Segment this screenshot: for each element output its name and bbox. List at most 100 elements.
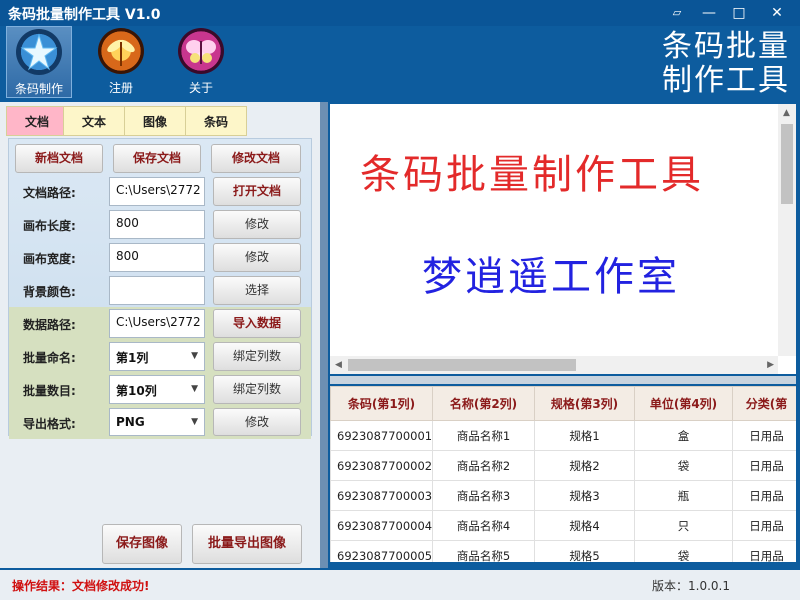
export-format-row: 导出格式: PNG ▼ 修改 bbox=[9, 406, 311, 439]
toolbar-item-register[interactable]: 注册 bbox=[88, 26, 154, 98]
table-cell[interactable]: 只 bbox=[634, 510, 733, 541]
canvas-width-row: 画布宽度: 800 修改 bbox=[9, 241, 311, 274]
table-cell[interactable]: 袋 bbox=[634, 540, 733, 562]
document-form: 新档文档 保存文档 修改文档 文档路径: C:\Users\2772 打开文档 … bbox=[8, 138, 312, 439]
butterfly-icon bbox=[178, 28, 224, 74]
bg-color-row: 背景颜色: 选择 bbox=[9, 274, 311, 307]
canvas-width-label: 画布宽度: bbox=[23, 252, 76, 266]
table-cell[interactable]: 规格5 bbox=[534, 540, 635, 562]
table-cell[interactable]: 规格4 bbox=[534, 510, 635, 541]
table-cell[interactable]: 商品名称5 bbox=[432, 540, 535, 562]
preview-text-studio[interactable]: 梦逍遥工作室 bbox=[422, 244, 680, 302]
table-cell[interactable]: 日用品 bbox=[732, 420, 796, 451]
scroll-left-icon[interactable]: ◀ bbox=[335, 360, 342, 370]
batch-name-select[interactable]: 第1列 ▼ bbox=[109, 342, 205, 371]
bg-color-choose-button[interactable]: 选择 bbox=[213, 276, 301, 305]
edit-doc-button[interactable]: 修改文档 bbox=[211, 144, 301, 173]
batch-name-value: 第1列 bbox=[116, 351, 149, 365]
export-format-modify-button[interactable]: 修改 bbox=[213, 408, 301, 436]
bind-count-column-button[interactable]: 绑定列数 bbox=[213, 375, 301, 404]
table-cell[interactable]: 商品名称4 bbox=[432, 510, 535, 541]
table-cell[interactable]: 日用品 bbox=[732, 540, 796, 562]
tab-document[interactable]: 文档 bbox=[6, 106, 68, 136]
table-cell[interactable]: 商品名称1 bbox=[432, 420, 535, 451]
batch-export-button[interactable]: 批量导出图像 bbox=[192, 524, 302, 564]
import-data-button[interactable]: 导入数据 bbox=[213, 309, 301, 338]
scroll-right-icon[interactable]: ▶ bbox=[767, 360, 774, 370]
tab-image[interactable]: 图像 bbox=[124, 106, 186, 136]
table-cell[interactable]: 6923087700003 bbox=[330, 480, 433, 511]
batch-count-select[interactable]: 第10列 ▼ bbox=[109, 375, 205, 404]
preview-horizontal-scrollbar[interactable]: ◀ ▶ bbox=[330, 356, 778, 374]
dragonfly-icon bbox=[98, 28, 144, 74]
data-table: 条码(第1列) 名称(第2列) 规格(第3列) 单位(第4列) 分类(第 692… bbox=[330, 386, 796, 562]
scroll-up-icon[interactable]: ▲ bbox=[783, 108, 790, 118]
maximize-icon[interactable]: □ bbox=[724, 2, 754, 24]
canvas-length-label: 画布长度: bbox=[23, 219, 76, 233]
table-cell[interactable]: 日用品 bbox=[732, 480, 796, 511]
open-doc-button[interactable]: 打开文档 bbox=[213, 177, 301, 206]
close-icon[interactable]: ✕ bbox=[762, 2, 792, 24]
new-doc-button[interactable]: 新档文档 bbox=[15, 144, 103, 173]
minimize-icon[interactable]: — bbox=[694, 2, 724, 24]
toolbar-item-barcode[interactable]: 条码制作 bbox=[6, 26, 72, 98]
brand-line-1: 条码批量 bbox=[662, 29, 790, 64]
chevron-down-icon: ▼ bbox=[191, 351, 198, 361]
vertical-splitter[interactable] bbox=[320, 102, 328, 568]
canvas-width-modify-button[interactable]: 修改 bbox=[213, 243, 301, 272]
status-bar: 操作结果：文档修改成功! 版本：1.0.0.1 bbox=[0, 570, 800, 600]
table-cell[interactable]: 6923087700004 bbox=[330, 510, 433, 541]
table-cell[interactable]: 6923087700005 bbox=[330, 540, 433, 562]
table-row[interactable]: 6923087700002 商品名称2 规格2 袋 日用品 bbox=[330, 450, 796, 481]
save-image-button[interactable]: 保存图像 bbox=[102, 524, 182, 564]
column-header[interactable]: 单位(第4列) bbox=[634, 386, 733, 421]
tab-barcode[interactable]: 条码 bbox=[185, 106, 247, 136]
operation-result: 操作结果：文档修改成功! bbox=[12, 579, 150, 593]
toolbar-item-label: 关于 bbox=[188, 81, 213, 95]
bg-color-field[interactable] bbox=[109, 276, 205, 305]
pin-icon[interactable]: ▱ bbox=[662, 2, 692, 24]
table-row[interactable]: 6923087700005 商品名称5 规格5 袋 日用品 bbox=[330, 540, 796, 562]
preview-vertical-scrollbar[interactable]: ▲ bbox=[778, 104, 796, 356]
export-format-value: PNG bbox=[116, 415, 145, 429]
table-cell[interactable]: 6923087700002 bbox=[330, 450, 433, 481]
settings-panel: 文档 文本 图像 条码 新档文档 保存文档 修改文档 文档路径: C:\User… bbox=[0, 102, 320, 568]
table-cell[interactable]: 瓶 bbox=[634, 480, 733, 511]
column-header[interactable]: 分类(第 bbox=[732, 386, 796, 421]
canvas-width-field[interactable]: 800 bbox=[109, 243, 205, 272]
export-format-select[interactable]: PNG ▼ bbox=[109, 408, 205, 436]
column-header[interactable]: 规格(第3列) bbox=[534, 386, 635, 421]
table-cell[interactable]: 盒 bbox=[634, 420, 733, 451]
table-row[interactable]: 6923087700001 商品名称1 规格1 盒 日用品 bbox=[330, 420, 796, 451]
data-path-field[interactable]: C:\Users\2772 bbox=[109, 309, 205, 338]
tab-text[interactable]: 文本 bbox=[63, 106, 125, 136]
table-cell[interactable]: 规格2 bbox=[534, 450, 635, 481]
table-row[interactable]: 6923087700003 商品名称3 规格3 瓶 日用品 bbox=[330, 480, 796, 511]
column-header[interactable]: 条码(第1列) bbox=[330, 386, 433, 421]
table-row[interactable]: 6923087700004 商品名称4 规格4 只 日用品 bbox=[330, 510, 796, 541]
toolbar-item-about[interactable]: 关于 bbox=[168, 26, 234, 98]
save-doc-button[interactable]: 保存文档 bbox=[113, 144, 201, 173]
table-cell[interactable]: 6923087700001 bbox=[330, 420, 433, 451]
canvas-length-field[interactable]: 800 bbox=[109, 210, 205, 239]
preview-text-title[interactable]: 条码批量制作工具 bbox=[360, 142, 704, 200]
bind-column-button[interactable]: 绑定列数 bbox=[213, 342, 301, 371]
column-header[interactable]: 名称(第2列) bbox=[432, 386, 535, 421]
table-cell[interactable]: 日用品 bbox=[732, 450, 796, 481]
table-cell[interactable]: 规格1 bbox=[534, 420, 635, 451]
table-cell[interactable]: 规格3 bbox=[534, 480, 635, 511]
table-cell[interactable]: 商品名称2 bbox=[432, 450, 535, 481]
table-cell[interactable]: 袋 bbox=[634, 450, 733, 481]
brand-line-2: 制作工具 bbox=[662, 63, 790, 98]
doc-path-label: 文档路径: bbox=[23, 186, 76, 200]
table-cell[interactable]: 日用品 bbox=[732, 510, 796, 541]
horizontal-splitter[interactable] bbox=[330, 376, 796, 384]
scroll-thumb[interactable] bbox=[348, 359, 576, 371]
data-path-row: 数据路径: C:\Users\2772 导入数据 bbox=[9, 307, 311, 340]
chevron-down-icon: ▼ bbox=[191, 384, 198, 394]
table-cell[interactable]: 商品名称3 bbox=[432, 480, 535, 511]
batch-count-label: 批量数目: bbox=[23, 384, 76, 398]
canvas-length-modify-button[interactable]: 修改 bbox=[213, 210, 301, 239]
scroll-thumb[interactable] bbox=[781, 124, 793, 204]
doc-path-field[interactable]: C:\Users\2772 bbox=[109, 177, 205, 206]
